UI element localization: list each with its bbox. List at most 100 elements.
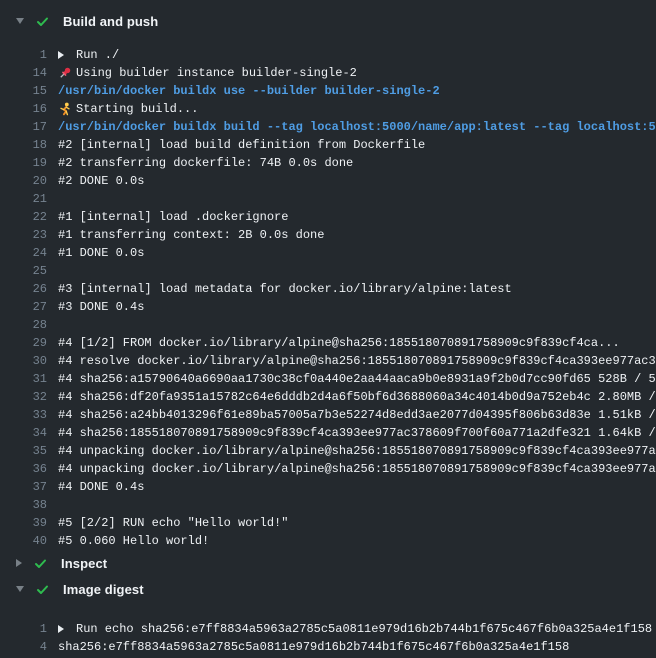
line-number[interactable]: 30 <box>0 354 47 368</box>
group-expander-icon[interactable] <box>58 625 64 633</box>
icon-slot <box>58 66 72 80</box>
log-line: 1 Run echo sha256:e7ff8834a5963a2785c5a0… <box>0 620 656 638</box>
line-number[interactable]: 35 <box>0 444 47 458</box>
actions-log-viewer: Build and push 1 Run ./ 14 Using builder… <box>0 8 656 656</box>
log-text: Using builder instance builder-single-2 <box>76 66 656 80</box>
log-line: 26 #3 [internal] load metadata for docke… <box>0 280 656 298</box>
log-text: Run ./ <box>76 48 656 62</box>
log-line: 37 #4 DONE 0.4s <box>0 478 656 496</box>
log-line: 39 #5 [2/2] RUN echo "Hello world!" <box>0 514 656 532</box>
log-text: Run echo sha256:e7ff8834a5963a2785c5a081… <box>76 622 656 636</box>
line-number[interactable]: 27 <box>0 300 47 314</box>
line-number[interactable]: 33 <box>0 408 47 422</box>
log-line: 24 #1 DONE 0.0s <box>0 244 656 262</box>
line-number[interactable]: 15 <box>0 84 47 98</box>
log-text: #4 sha256:a15790640a6690aa1730c38cf0a440… <box>58 372 656 386</box>
log-text: #4 sha256:185518070891758909c9f839cf4ca3… <box>58 426 656 440</box>
log-text: /usr/bin/docker buildx build --tag local… <box>58 120 656 134</box>
log-text: #2 [internal] load build definition from… <box>58 138 656 152</box>
line-number[interactable]: 19 <box>0 156 47 170</box>
log-line: 14 Using builder instance builder-single… <box>0 64 656 82</box>
log-line: 4 sha256:e7ff8834a5963a2785c5a0811e979d1… <box>0 638 656 656</box>
line-number[interactable]: 40 <box>0 534 47 548</box>
log-text: sha256:e7ff8834a5963a2785c5a0811e979d16b… <box>58 640 656 654</box>
line-number[interactable]: 39 <box>0 516 47 530</box>
section-title: Image digest <box>63 582 144 597</box>
success-check-icon <box>35 582 50 597</box>
log-text: #4 sha256:a24bb4013296f61e89ba57005a7b3e… <box>58 408 656 422</box>
log-line: 36 #4 unpacking docker.io/library/alpine… <box>0 460 656 478</box>
icon-slot <box>58 622 72 636</box>
line-number[interactable]: 23 <box>0 228 47 242</box>
line-number[interactable]: 17 <box>0 120 47 134</box>
line-number[interactable]: 25 <box>0 264 47 278</box>
section-header[interactable]: Image digest <box>0 576 656 602</box>
log-text: #1 transferring context: 2B 0.0s done <box>58 228 656 242</box>
log-line: 30 #4 resolve docker.io/library/alpine@s… <box>0 352 656 370</box>
line-number[interactable]: 16 <box>0 102 47 116</box>
pushpin-icon <box>58 66 72 80</box>
line-number[interactable]: 1 <box>0 622 47 636</box>
log-section-image-digest: Image digest 1 Run echo sha256:e7ff8834a… <box>0 576 656 656</box>
group-expander-icon[interactable] <box>58 51 64 59</box>
line-number[interactable]: 14 <box>0 66 47 80</box>
log-line: 40 #5 0.060 Hello world! <box>0 532 656 550</box>
line-number[interactable]: 4 <box>0 640 47 654</box>
runner-icon <box>58 102 72 116</box>
section-header[interactable]: Inspect <box>0 550 656 576</box>
log-line: 29 #4 [1/2] FROM docker.io/library/alpin… <box>0 334 656 352</box>
log-section-build-and-push: Build and push 1 Run ./ 14 Using builder… <box>0 8 656 550</box>
chevron-right-icon[interactable] <box>16 559 22 567</box>
section-title: Inspect <box>61 556 107 571</box>
log-line: 19 #2 transferring dockerfile: 74B 0.0s … <box>0 154 656 172</box>
log-line: 17 /usr/bin/docker buildx build --tag lo… <box>0 118 656 136</box>
log-line: 23 #1 transferring context: 2B 0.0s done <box>0 226 656 244</box>
log-text: Starting build... <box>76 102 656 116</box>
line-number[interactable]: 29 <box>0 336 47 350</box>
log-line: 34 #4 sha256:185518070891758909c9f839cf4… <box>0 424 656 442</box>
success-check-icon <box>35 14 50 29</box>
line-number[interactable]: 28 <box>0 318 47 332</box>
log-text: /usr/bin/docker buildx use --builder bui… <box>58 84 656 98</box>
log-line: 1 Run ./ <box>0 46 656 64</box>
log-text: #2 DONE 0.0s <box>58 174 656 188</box>
chevron-down-icon[interactable] <box>16 586 24 592</box>
log-line: 20 #2 DONE 0.0s <box>0 172 656 190</box>
log-line: 38 <box>0 496 656 514</box>
line-number[interactable]: 31 <box>0 372 47 386</box>
log-section-inspect: Inspect <box>0 550 656 576</box>
line-number[interactable]: 38 <box>0 498 47 512</box>
line-number[interactable]: 32 <box>0 390 47 404</box>
icon-slot <box>58 48 72 62</box>
log-line: 31 #4 sha256:a15790640a6690aa1730c38cf0a… <box>0 370 656 388</box>
line-number[interactable]: 26 <box>0 282 47 296</box>
line-number[interactable]: 22 <box>0 210 47 224</box>
line-number[interactable]: 24 <box>0 246 47 260</box>
log-line: 16 Starting build... <box>0 100 656 118</box>
section-body: 1 Run ./ 14 Using builder instance build… <box>0 34 656 550</box>
log-line: 22 #1 [internal] load .dockerignore <box>0 208 656 226</box>
log-line: 18 #2 [internal] load build definition f… <box>0 136 656 154</box>
log-line: 25 <box>0 262 656 280</box>
line-number[interactable]: 20 <box>0 174 47 188</box>
line-number[interactable]: 1 <box>0 48 47 62</box>
log-line: 33 #4 sha256:a24bb4013296f61e89ba57005a7… <box>0 406 656 424</box>
chevron-down-icon[interactable] <box>16 18 24 24</box>
line-number[interactable]: 36 <box>0 462 47 476</box>
icon-slot <box>58 102 72 116</box>
log-text: #4 DONE 0.4s <box>58 480 656 494</box>
log-text: #5 [2/2] RUN echo "Hello world!" <box>58 516 656 530</box>
log-line: 15 /usr/bin/docker buildx use --builder … <box>0 82 656 100</box>
log-text: #1 DONE 0.0s <box>58 246 656 260</box>
log-line: 32 #4 sha256:df20fa9351a15782c64e6dddb2d… <box>0 388 656 406</box>
log-text: #2 transferring dockerfile: 74B 0.0s don… <box>58 156 656 170</box>
log-line: 27 #3 DONE 0.4s <box>0 298 656 316</box>
log-text: #4 sha256:df20fa9351a15782c64e6dddb2d4a6… <box>58 390 656 404</box>
line-number[interactable]: 37 <box>0 480 47 494</box>
section-header[interactable]: Build and push <box>0 8 656 34</box>
line-number[interactable]: 18 <box>0 138 47 152</box>
line-number[interactable]: 34 <box>0 426 47 440</box>
line-number[interactable]: 21 <box>0 192 47 206</box>
success-check-icon <box>33 556 48 571</box>
log-line: 35 #4 unpacking docker.io/library/alpine… <box>0 442 656 460</box>
